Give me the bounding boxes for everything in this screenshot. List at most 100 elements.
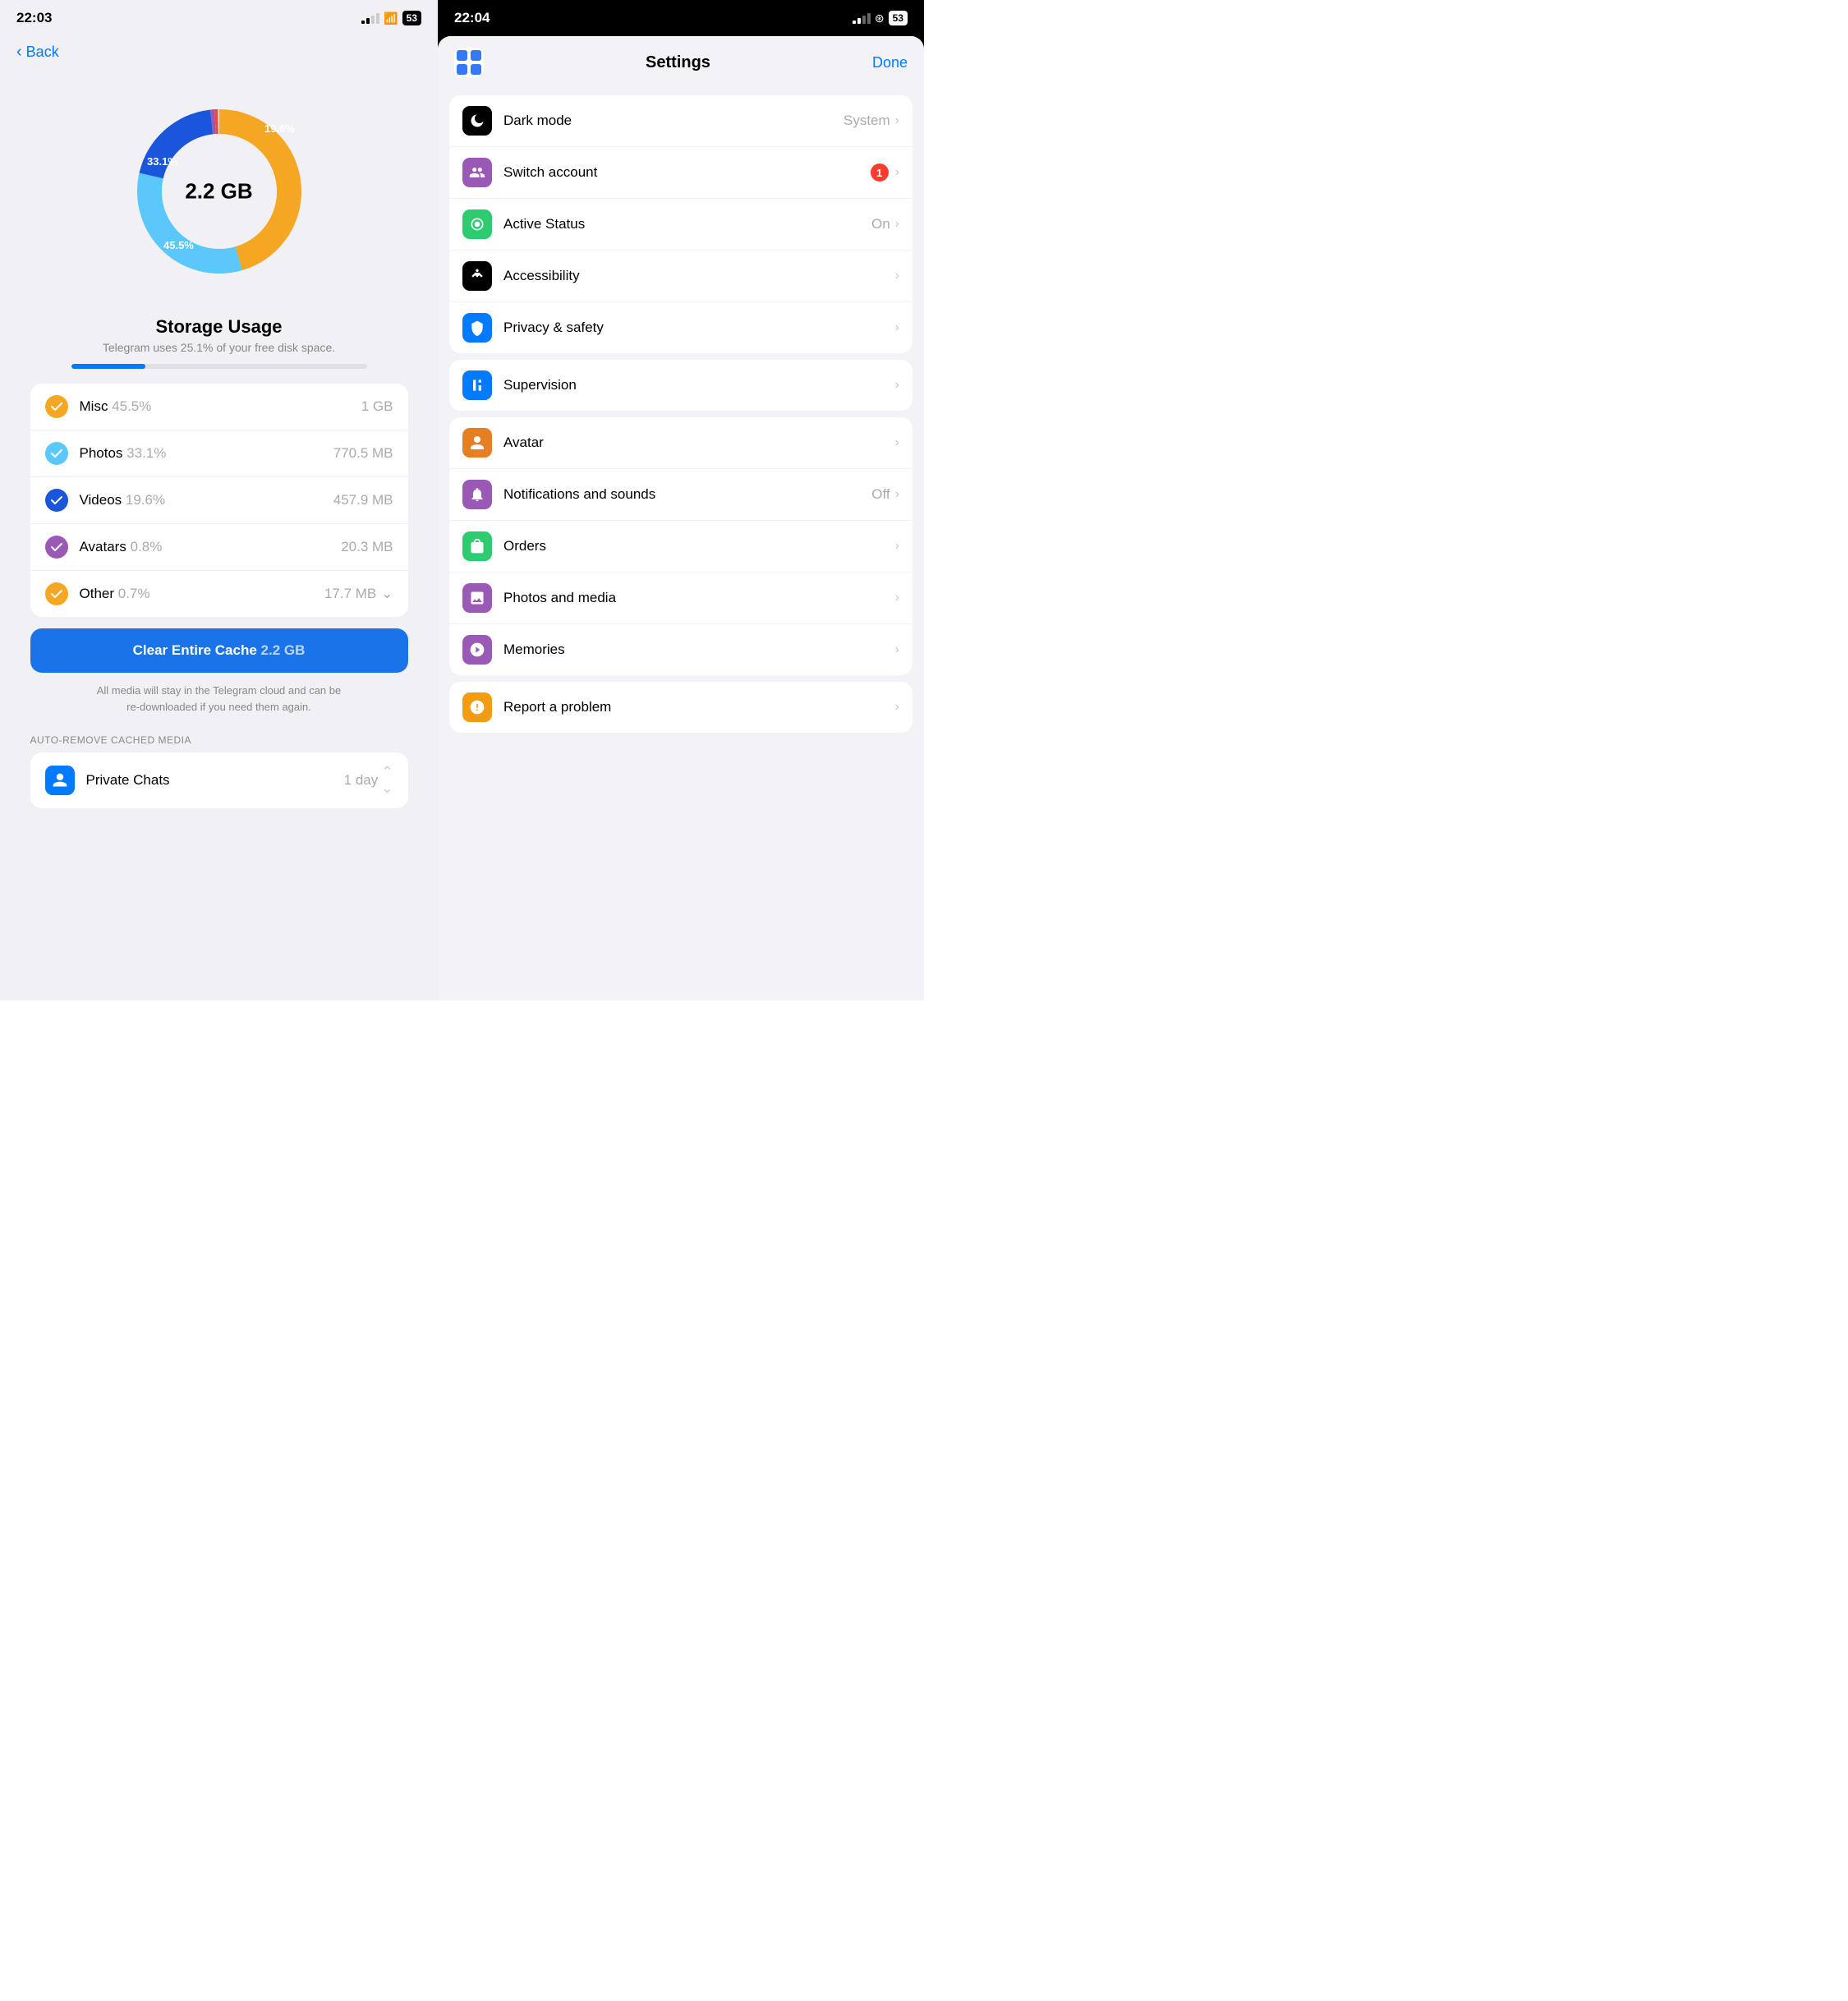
storage-item-other[interactable]: Other 0.7% 17.7 MB ⌄: [30, 571, 408, 617]
settings-item-accessibility[interactable]: Accessibility ›: [449, 251, 913, 302]
misc-size: 1 GB: [361, 398, 393, 415]
settings-group-4: Report a problem ›: [449, 682, 913, 733]
storage-list: Misc 45.5% 1 GB Photos 33.1% 770.5 MB Vi…: [30, 384, 408, 617]
memories-label: Memories: [503, 642, 895, 658]
orders-label: Orders: [503, 538, 895, 554]
time-right: 22:04: [454, 10, 490, 26]
avatars-size: 20.3 MB: [341, 539, 393, 555]
back-chevron-icon: ‹: [16, 43, 22, 62]
misc-label: Misc 45.5%: [80, 398, 361, 415]
accessibility-icon: [462, 261, 492, 291]
status-icons-right: ⊛ 53: [853, 11, 908, 25]
battery-right: 53: [889, 11, 908, 25]
notifications-icon: [462, 480, 492, 509]
clear-cache-button[interactable]: Clear Entire Cache 2.2 GB: [30, 628, 408, 673]
supervision-icon: [462, 370, 492, 400]
settings-item-switch-account[interactable]: Switch account 1 ›: [449, 147, 913, 199]
chevron-icon-4: ›: [895, 269, 899, 283]
private-chats-value: 1 day ⌃⌄: [344, 764, 393, 797]
storage-item-misc[interactable]: Misc 45.5% 1 GB: [30, 384, 408, 430]
dark-mode-label: Dark mode: [503, 113, 844, 129]
settings-done-button[interactable]: Done: [872, 54, 908, 71]
settings-item-active-status[interactable]: Active Status On ›: [449, 199, 913, 251]
orders-icon: [462, 531, 492, 561]
progress-bar-fill: [71, 364, 145, 369]
settings-item-photos-media[interactable]: Photos and media ›: [449, 573, 913, 624]
storage-title: Storage Usage: [155, 316, 282, 338]
dark-mode-value: System: [844, 113, 890, 129]
settings-group-2: Supervision ›: [449, 360, 913, 411]
storage-item-photos[interactable]: Photos 33.1% 770.5 MB: [30, 430, 408, 477]
active-status-label: Active Status: [503, 216, 871, 232]
supervision-label: Supervision: [503, 377, 895, 393]
dark-mode-icon: [462, 106, 492, 136]
settings-group-3: Avatar › Notifications and sounds Off › …: [449, 417, 913, 675]
other-icon: [45, 582, 68, 605]
chevron-icon-9: ›: [895, 539, 899, 554]
photos-media-icon: [462, 583, 492, 613]
videos-pct-label: 19.6%: [264, 122, 295, 135]
settings-header: Settings Done: [438, 36, 924, 89]
photos-media-label: Photos and media: [503, 590, 895, 606]
report-icon: [462, 692, 492, 722]
other-label: Other 0.7%: [80, 586, 324, 602]
privacy-icon: [462, 313, 492, 343]
settings-item-notifications[interactable]: Notifications and sounds Off ›: [449, 469, 913, 521]
settings-logo-icon: [454, 48, 484, 77]
status-bar-left: 22:03 📶 53: [0, 0, 438, 36]
videos-size: 457.9 MB: [333, 492, 393, 508]
settings-item-supervision[interactable]: Supervision ›: [449, 360, 913, 411]
auto-remove-private[interactable]: Private Chats 1 day ⌃⌄: [30, 752, 408, 808]
switch-account-badge: 1: [871, 163, 889, 182]
settings-item-avatar[interactable]: Avatar ›: [449, 417, 913, 469]
active-status-value: On: [871, 216, 890, 232]
wifi-icon-right: ⊛: [875, 12, 885, 25]
photos-size: 770.5 MB: [333, 445, 393, 462]
left-panel: 22:03 📶 53 ‹ Back: [0, 0, 438, 1000]
chevron-icon-8: ›: [895, 487, 899, 502]
signal-bars-right: [853, 13, 871, 24]
chevron-icon-5: ›: [895, 320, 899, 335]
notifications-label: Notifications and sounds: [503, 486, 871, 503]
avatars-icon: [45, 536, 68, 559]
switch-account-label: Switch account: [503, 164, 871, 181]
privacy-label: Privacy & safety: [503, 320, 895, 336]
auto-remove-header: AUTO-REMOVE CACHED MEDIA: [30, 734, 408, 746]
photos-pct-label: 33.1%: [147, 155, 177, 168]
chevron-icon-7: ›: [895, 435, 899, 450]
misc-icon: [45, 395, 68, 418]
photos-icon: [45, 442, 68, 465]
avatars-label: Avatars 0.8%: [80, 539, 342, 555]
signal-bars-left: [361, 13, 379, 24]
switch-account-icon: [462, 158, 492, 187]
disclaimer: All media will stay in the Telegram clou…: [30, 683, 408, 715]
settings-item-report[interactable]: Report a problem ›: [449, 682, 913, 733]
storage-item-avatars[interactable]: Avatars 0.8% 20.3 MB: [30, 524, 408, 571]
settings-item-privacy[interactable]: Privacy & safety ›: [449, 302, 913, 353]
settings-title: Settings: [646, 53, 710, 72]
storage-item-videos[interactable]: Videos 19.6% 457.9 MB: [30, 477, 408, 524]
wifi-icon-left: 📶: [384, 12, 398, 25]
chevron-icon-12: ›: [895, 700, 899, 715]
videos-label: Videos 19.6%: [80, 492, 333, 508]
chevron-icon-10: ›: [895, 591, 899, 605]
chevron-icon: ›: [895, 113, 899, 128]
chart-total: 2.2 GB: [185, 179, 252, 205]
report-label: Report a problem: [503, 699, 895, 715]
clear-btn-label: Clear Entire Cache: [133, 642, 257, 658]
settings-item-orders[interactable]: Orders ›: [449, 521, 913, 573]
back-button[interactable]: ‹ Back: [0, 36, 438, 68]
settings-item-dark-mode[interactable]: Dark mode System ›: [449, 95, 913, 147]
settings-panel: Settings Done Dark mode System › Switch …: [438, 36, 924, 1000]
chevron-icon-6: ›: [895, 378, 899, 393]
photos-label: Photos 33.1%: [80, 445, 333, 462]
chevron-icon-2: ›: [895, 165, 899, 180]
settings-group-1: Dark mode System › Switch account 1 › Ac…: [449, 95, 913, 353]
auto-remove-card: Private Chats 1 day ⌃⌄: [30, 752, 408, 808]
status-bar-right: 22:04 ⊛ 53: [438, 0, 924, 36]
avatar-label: Avatar: [503, 435, 895, 451]
chevron-icon-3: ›: [895, 217, 899, 232]
settings-item-memories[interactable]: Memories ›: [449, 624, 913, 675]
right-panel: 22:04 ⊛ 53: [438, 0, 924, 1000]
memories-icon: [462, 635, 492, 665]
